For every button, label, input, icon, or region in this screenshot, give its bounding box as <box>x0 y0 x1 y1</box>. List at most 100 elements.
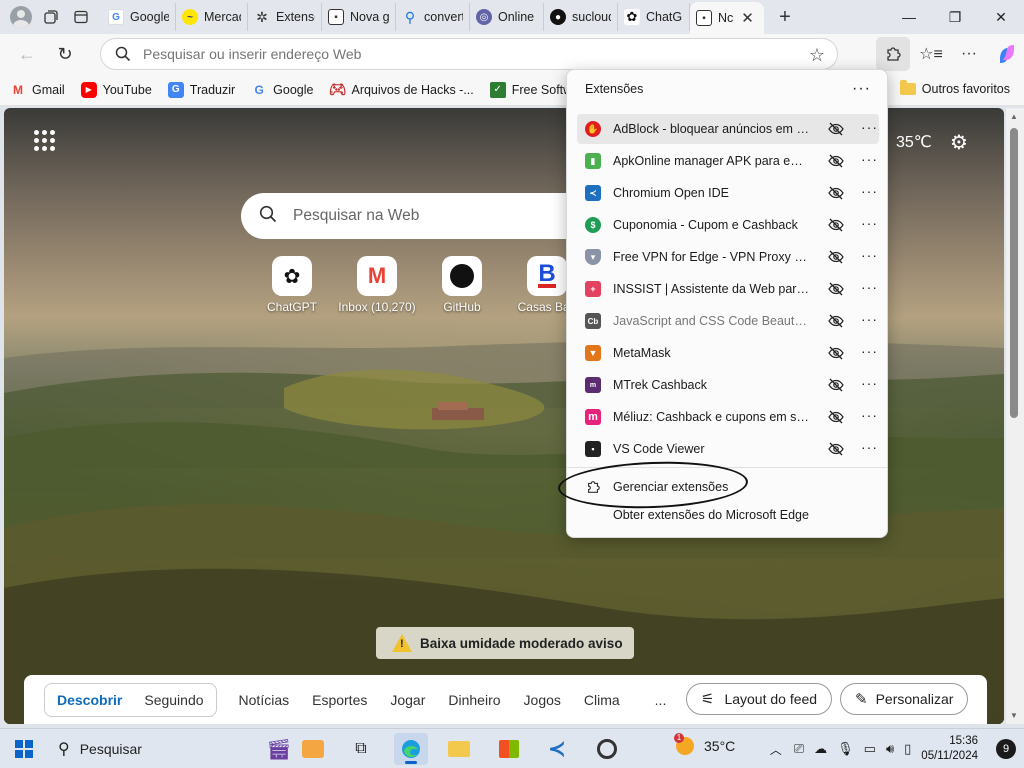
extension-item-chromium-ide[interactable]: ≺ Chromium Open IDE ··· <box>577 178 879 208</box>
extensions-button[interactable] <box>876 37 910 71</box>
eye-hidden-icon[interactable] <box>827 408 845 426</box>
profile-button[interactable] <box>6 2 36 32</box>
feed-layout-button[interactable]: ⚟ Layout do feed <box>686 683 833 715</box>
minimize-button[interactable]: — <box>886 0 932 34</box>
scrollbar-thumb[interactable] <box>1010 128 1018 418</box>
scroll-down-icon[interactable]: ▼ <box>1010 711 1018 720</box>
taskbar-app-edge[interactable] <box>394 733 428 765</box>
taskbar-app-widgets[interactable] <box>296 733 330 765</box>
eye-hidden-icon[interactable] <box>827 248 845 266</box>
refresh-button[interactable]: ↻ <box>48 37 82 71</box>
settings-more-button[interactable]: ··· <box>952 37 986 71</box>
eye-hidden-icon[interactable] <box>827 440 845 458</box>
personalize-button[interactable]: ✎ Personalizar <box>840 683 969 715</box>
tab-seguindo[interactable]: Seguindo <box>144 692 203 708</box>
taskbar-clock[interactable]: 15:36 05/11/2024 <box>921 734 978 764</box>
extension-more-icon[interactable]: ··· <box>861 183 878 199</box>
extension-more-icon[interactable]: ··· <box>861 279 878 295</box>
tab-github[interactable]: ● sucloud <box>544 3 618 31</box>
tab-extensions[interactable]: ✲ Extensõ <box>248 3 322 31</box>
taskbar-app-file-explorer[interactable] <box>442 733 476 765</box>
feed-link-jogar[interactable]: Jogar <box>390 692 425 708</box>
eye-hidden-icon[interactable] <box>827 152 845 170</box>
quick-link-chatgpt[interactable]: ✿ ChatGPT <box>247 256 337 314</box>
more-horizontal-icon[interactable]: ··· <box>852 80 871 98</box>
scroll-up-icon[interactable]: ▲ <box>1010 112 1018 121</box>
weather-temperature[interactable]: 35℃ <box>896 132 932 152</box>
new-tab-button[interactable]: + <box>770 2 800 32</box>
eye-hidden-icon[interactable] <box>827 312 845 330</box>
extension-more-icon[interactable]: ··· <box>861 247 878 263</box>
extension-more-icon[interactable]: ··· <box>861 343 878 359</box>
page-scrollbar[interactable]: ▲ ▼ <box>1006 108 1024 724</box>
favorite-arquivos-hacks[interactable]: 🎮︎ Arquivos de Hacks -... <box>329 81 474 98</box>
taskbar-app-clipchamp[interactable]: 🎬︎ <box>262 733 296 765</box>
get-extensions-link[interactable]: Obter extensões do Microsoft Edge <box>613 508 809 522</box>
taskbar-app-store[interactable] <box>492 733 526 765</box>
microphone-icon[interactable]: 🎙︎ <box>837 741 854 757</box>
extension-item-adblock[interactable]: ✋ AdBlock - bloquear anúncios em t... ··… <box>577 114 879 144</box>
tab-descobrir[interactable]: Descobrir <box>57 692 122 708</box>
feed-link-clima[interactable]: Clima <box>584 692 620 708</box>
extension-more-icon[interactable]: ··· <box>861 439 878 455</box>
eye-hidden-icon[interactable] <box>827 184 845 202</box>
web-search-box[interactable]: Pesquisar na Web <box>241 193 601 239</box>
meet-now-icon[interactable]: ⎚ <box>794 741 804 757</box>
page-settings-gear-icon[interactable]: ⚙ <box>950 130 968 155</box>
chevron-up-icon[interactable]: ︿ <box>770 741 782 758</box>
extension-item-vscode-viewer[interactable]: ▪ VS Code Viewer ··· <box>577 434 879 464</box>
apps-grid-button[interactable] <box>34 130 56 152</box>
feed-link-esportes[interactable]: Esportes <box>312 692 367 708</box>
extension-item-cuponomia[interactable]: $ Cuponomia - Cupom e Cashback ··· <box>577 210 879 240</box>
taskbar-weather[interactable]: 35°C <box>674 733 735 755</box>
tab-chatgpt[interactable]: ✿ ChatGP <box>618 3 690 31</box>
address-bar[interactable]: ☆ <box>100 38 838 70</box>
close-tab-icon[interactable]: ✕ <box>741 9 754 27</box>
extension-more-icon[interactable]: ··· <box>861 151 878 167</box>
maximize-button[interactable]: ❐ <box>932 0 978 34</box>
extension-item-metamask[interactable]: ▼ MetaMask ··· <box>577 338 879 368</box>
favorite-gmail[interactable]: M Gmail <box>10 82 65 98</box>
tab-google[interactable]: G Google <box>102 3 176 31</box>
feed-link-noticias[interactable]: Notícias <box>239 692 290 708</box>
cloud-sync-warning-icon[interactable]: ☁ <box>814 741 827 757</box>
eye-hidden-icon[interactable] <box>827 216 845 234</box>
eye-hidden-icon[interactable] <box>827 344 845 362</box>
eye-hidden-icon[interactable] <box>827 280 845 298</box>
extension-more-icon[interactable]: ··· <box>861 119 878 135</box>
quick-link-inbox[interactable]: M Inbox (10,270) <box>332 256 422 314</box>
address-input[interactable] <box>143 46 783 62</box>
battery-icon[interactable]: ▯ <box>904 741 911 757</box>
quick-link-github[interactable]: GitHub <box>417 256 507 314</box>
taskbar-task-view[interactable]: ⧉ <box>344 733 378 765</box>
notification-count-badge[interactable]: 9 <box>996 739 1016 759</box>
feed-more-button[interactable]: ... <box>655 692 667 708</box>
volume-icon[interactable]: 🔊︎ <box>886 741 894 757</box>
extension-item-free-vpn[interactable]: ▾ Free VPN for Edge - VPN Proxy Ve... ··… <box>577 242 879 272</box>
weather-alert-pill[interactable]: ! Baixa umidade moderado aviso <box>376 627 634 659</box>
extension-more-icon[interactable]: ··· <box>861 407 878 423</box>
tab-mercado[interactable]: ~ Mercad <box>176 3 248 31</box>
workspaces-button[interactable] <box>36 2 66 32</box>
network-icon[interactable]: ▭ <box>864 741 876 757</box>
tab-new-tab-active[interactable]: ▪ Nc ✕ <box>690 2 764 34</box>
favorite-traduzir[interactable]: G Traduzir <box>167 81 235 98</box>
extension-item-apkonline[interactable]: ▮ ApkOnline manager APK para emu... ··· <box>577 146 879 176</box>
favorite-youtube[interactable]: ▶ YouTube <box>80 81 152 98</box>
extension-item-meliuz[interactable]: m Méliuz: Cashback e cupons em sua... ··… <box>577 402 879 432</box>
eye-hidden-icon[interactable] <box>827 120 845 138</box>
tab-online[interactable]: ◎ Online C <box>470 3 544 31</box>
extension-item-mtrek[interactable]: m MTrek Cashback ··· <box>577 370 879 400</box>
extension-item-inssist[interactable]: + INSSIST | Assistente da Web para I... … <box>577 274 879 304</box>
taskbar-app-vscode[interactable]: ≺ <box>540 733 574 765</box>
favorites-button[interactable]: ☆≡ <box>914 37 948 71</box>
start-button[interactable] <box>0 729 48 768</box>
feed-link-jogos[interactable]: Jogos <box>524 692 561 708</box>
vertical-tabs-button[interactable] <box>66 2 96 32</box>
feed-link-dinheiro[interactable]: Dinheiro <box>448 692 500 708</box>
extension-more-icon[interactable]: ··· <box>861 311 878 327</box>
favorite-google[interactable]: G Google <box>251 82 314 98</box>
favorite-star-icon[interactable]: ☆ <box>809 45 825 66</box>
extension-item-js-css-beautifier[interactable]: Cb JavaScript and CSS Code Beautifier ··… <box>577 306 879 336</box>
taskbar-app-obs[interactable] <box>590 733 624 765</box>
